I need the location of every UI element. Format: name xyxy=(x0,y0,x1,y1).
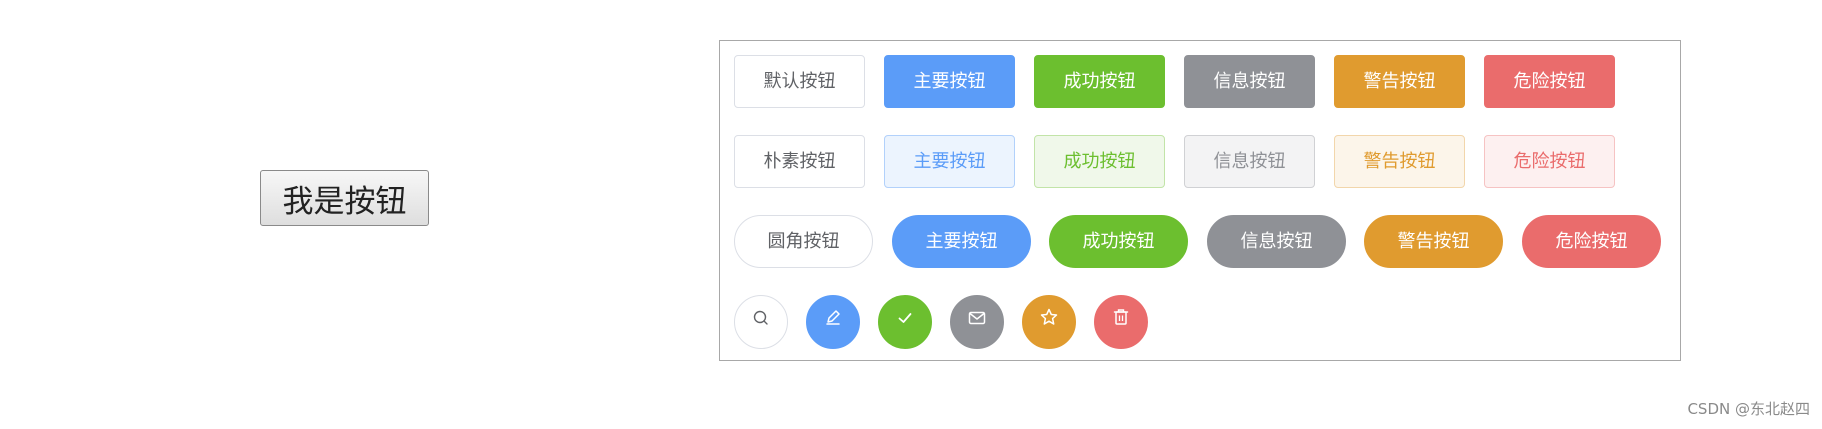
message-circle-button[interactable] xyxy=(950,295,1004,349)
round-warning-button[interactable]: 警告按钮 xyxy=(1364,215,1503,268)
round-primary-button[interactable]: 主要按钮 xyxy=(892,215,1031,268)
watermark: CSDN @东北赵四 xyxy=(1687,400,1810,418)
message-icon xyxy=(967,296,987,348)
check-circle-button[interactable] xyxy=(878,295,932,349)
default-button[interactable]: 默认按钮 xyxy=(734,55,865,108)
plain-primary-button[interactable]: 主要按钮 xyxy=(884,135,1015,188)
danger-button[interactable]: 危险按钮 xyxy=(1484,55,1615,108)
info-button[interactable]: 信息按钮 xyxy=(1184,55,1315,108)
star-icon xyxy=(1039,296,1059,348)
round-danger-button[interactable]: 危险按钮 xyxy=(1522,215,1661,268)
search-circle-button[interactable] xyxy=(734,295,788,349)
button-showcase-panel: 默认按钮 主要按钮 成功按钮 信息按钮 警告按钮 危险按钮 朴素按钮 主要按钮 … xyxy=(719,40,1681,361)
plain-danger-button[interactable]: 危险按钮 xyxy=(1484,135,1615,188)
check-icon xyxy=(896,296,914,348)
primary-button[interactable]: 主要按钮 xyxy=(884,55,1015,108)
success-button[interactable]: 成功按钮 xyxy=(1034,55,1165,108)
search-icon xyxy=(752,296,770,348)
edit-circle-button[interactable] xyxy=(806,295,860,349)
edit-icon xyxy=(823,296,843,348)
warning-button[interactable]: 警告按钮 xyxy=(1334,55,1465,108)
round-default-button[interactable]: 圆角按钮 xyxy=(734,215,873,268)
plain-info-button[interactable]: 信息按钮 xyxy=(1184,135,1315,188)
plain-warning-button[interactable]: 警告按钮 xyxy=(1334,135,1465,188)
round-info-button[interactable]: 信息按钮 xyxy=(1207,215,1346,268)
plain-success-button[interactable]: 成功按钮 xyxy=(1034,135,1165,188)
delete-circle-button[interactable] xyxy=(1094,295,1148,349)
delete-icon xyxy=(1112,296,1130,348)
plain-default-button[interactable]: 朴素按钮 xyxy=(734,135,865,188)
star-circle-button[interactable] xyxy=(1022,295,1076,349)
native-button[interactable]: 我是按钮 xyxy=(260,170,429,226)
page: 我是按钮 默认按钮 主要按钮 成功按钮 信息按钮 警告按钮 危险按钮 朴素按钮 … xyxy=(0,0,1822,429)
round-success-button[interactable]: 成功按钮 xyxy=(1049,215,1188,268)
